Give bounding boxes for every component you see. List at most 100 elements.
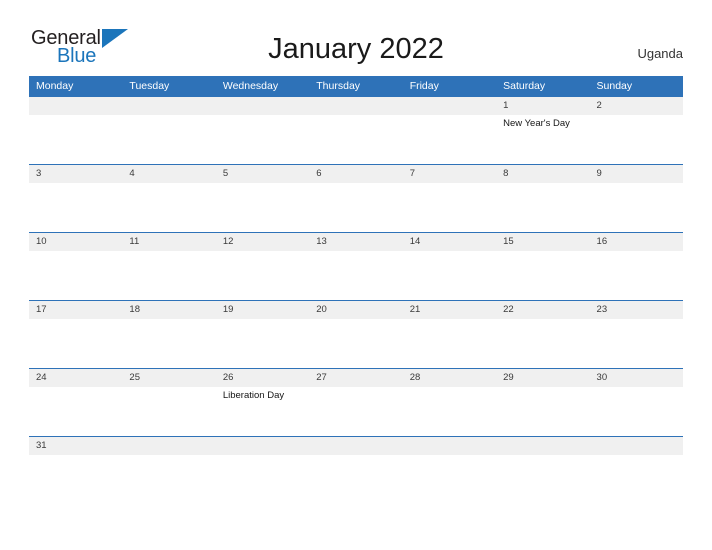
day-cell[interactable]: [403, 115, 496, 164]
date-number[interactable]: 10: [29, 233, 122, 251]
day-cell[interactable]: [496, 183, 589, 232]
day-cell[interactable]: [309, 115, 402, 164]
date-number[interactable]: 5: [216, 165, 309, 183]
date-number[interactable]: 8: [496, 165, 589, 183]
day-cell[interactable]: [216, 115, 309, 164]
date-number[interactable]: 29: [496, 369, 589, 387]
date-number[interactable]: 27: [309, 369, 402, 387]
day-cell[interactable]: [122, 319, 215, 368]
date-number[interactable]: [122, 97, 215, 115]
event-label: Liberation Day: [222, 390, 285, 401]
day-cell[interactable]: [29, 387, 122, 436]
day-cell[interactable]: [403, 387, 496, 436]
date-number[interactable]: [122, 437, 215, 455]
date-number[interactable]: 19: [216, 301, 309, 319]
day-cell[interactable]: [29, 115, 122, 164]
day-cell[interactable]: [590, 319, 683, 368]
day-cell[interactable]: [29, 251, 122, 300]
event-label: New Year's Day: [503, 118, 570, 129]
week-event-strip: New Year's Day: [29, 115, 683, 164]
date-number[interactable]: [403, 437, 496, 455]
day-cell[interactable]: [403, 251, 496, 300]
day-cell[interactable]: [216, 251, 309, 300]
day-cell[interactable]: [122, 387, 215, 436]
date-number[interactable]: [403, 97, 496, 115]
date-number[interactable]: 17: [29, 301, 122, 319]
day-cell[interactable]: [309, 387, 402, 436]
date-number[interactable]: [216, 97, 309, 115]
day-header-friday: Friday: [409, 80, 439, 92]
week-date-strip: 3 4 5 6 7 8 9: [29, 165, 683, 183]
date-number[interactable]: [29, 97, 122, 115]
day-cell[interactable]: [309, 183, 402, 232]
date-number[interactable]: 21: [403, 301, 496, 319]
week-row: 10 11 12 13 14 15 16: [29, 232, 683, 300]
date-number[interactable]: [309, 437, 402, 455]
date-number[interactable]: 11: [122, 233, 215, 251]
day-cell[interactable]: [122, 183, 215, 232]
week-row: 31: [29, 436, 683, 504]
day-of-week-header-row: Monday Tuesday Wednesday Thursday Friday…: [29, 76, 683, 96]
day-cell[interactable]: [590, 115, 683, 164]
date-number[interactable]: 20: [309, 301, 402, 319]
date-number[interactable]: 22: [496, 301, 589, 319]
date-number[interactable]: 12: [216, 233, 309, 251]
day-cell[interactable]: [29, 183, 122, 232]
day-cell[interactable]: [590, 387, 683, 436]
day-header-sunday: Sunday: [596, 80, 633, 92]
date-number[interactable]: 7: [403, 165, 496, 183]
day-cell[interactable]: [590, 183, 683, 232]
date-number[interactable]: [590, 437, 683, 455]
date-number[interactable]: [216, 437, 309, 455]
day-cell[interactable]: [29, 455, 122, 504]
day-cell[interactable]: [309, 455, 402, 504]
date-number[interactable]: 1: [496, 97, 589, 115]
day-cell[interactable]: [29, 319, 122, 368]
date-number[interactable]: 16: [590, 233, 683, 251]
date-number[interactable]: 30: [590, 369, 683, 387]
day-cell[interactable]: [122, 455, 215, 504]
date-number[interactable]: 14: [403, 233, 496, 251]
day-cell[interactable]: [216, 319, 309, 368]
date-number[interactable]: 2: [590, 97, 683, 115]
day-cell[interactable]: [309, 319, 402, 368]
day-cell[interactable]: [590, 455, 683, 504]
day-cell[interactable]: [403, 455, 496, 504]
week-row: 3 4 5 6 7 8 9: [29, 164, 683, 232]
date-number[interactable]: 24: [29, 369, 122, 387]
week-event-strip: Liberation Day: [29, 387, 683, 436]
day-cell[interactable]: [309, 251, 402, 300]
day-cell[interactable]: [496, 251, 589, 300]
date-number[interactable]: 3: [29, 165, 122, 183]
day-cell[interactable]: [496, 455, 589, 504]
day-cell[interactable]: [496, 387, 589, 436]
calendar-page: General Blue January 2022 Uganda Monday …: [0, 0, 712, 550]
day-cell[interactable]: New Year's Day: [496, 115, 589, 164]
day-cell[interactable]: Liberation Day: [216, 387, 309, 436]
week-date-strip: 24 25 26 27 28 29 30: [29, 369, 683, 387]
date-number[interactable]: [309, 97, 402, 115]
date-number[interactable]: 23: [590, 301, 683, 319]
date-number[interactable]: 26: [216, 369, 309, 387]
day-cell[interactable]: [403, 183, 496, 232]
day-cell[interactable]: [216, 455, 309, 504]
day-cell[interactable]: [122, 251, 215, 300]
day-cell[interactable]: [216, 183, 309, 232]
day-cell[interactable]: [122, 115, 215, 164]
day-cell[interactable]: [496, 319, 589, 368]
day-cell[interactable]: [590, 251, 683, 300]
date-number[interactable]: 13: [309, 233, 402, 251]
date-number[interactable]: 4: [122, 165, 215, 183]
day-cell[interactable]: [403, 319, 496, 368]
date-number[interactable]: 6: [309, 165, 402, 183]
date-number[interactable]: 28: [403, 369, 496, 387]
date-number[interactable]: 25: [122, 369, 215, 387]
week-row: 24 25 26 27 28 29 30 Liberation Day: [29, 368, 683, 436]
date-number[interactable]: [496, 437, 589, 455]
date-number[interactable]: 18: [122, 301, 215, 319]
week-event-strip: [29, 455, 683, 504]
date-number[interactable]: 9: [590, 165, 683, 183]
date-number[interactable]: 15: [496, 233, 589, 251]
date-number[interactable]: 31: [29, 437, 122, 455]
week-event-strip: [29, 251, 683, 300]
